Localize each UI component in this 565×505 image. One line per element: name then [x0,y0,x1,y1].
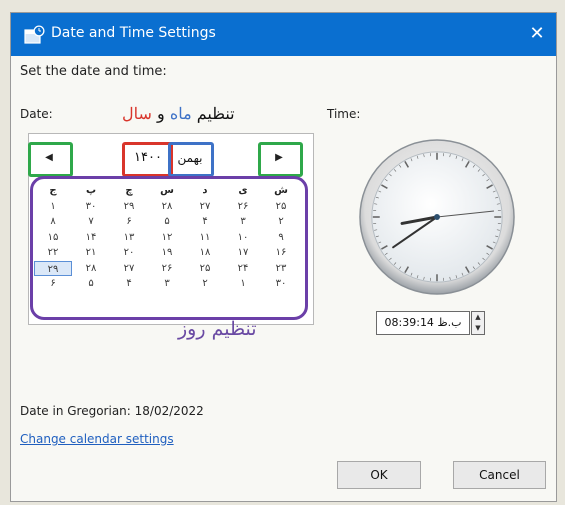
title-bar: Date and Time Settings ✕ [11,13,556,56]
calendar-day[interactable]: ۳۰ [262,276,300,292]
time-input[interactable]: 08:39:14 ب.ظ [376,311,470,335]
calendar-day[interactable]: ۱۶ [262,245,300,261]
calendar-day-grid: ش ی د س چ پ ج ۲۵ ۲۶ ۲۷ ۲۸ ۲۹ ۳۰ ۱ ۲ ۳ ۴ ۵ ۶ ۷ ۸ ۹ ۱۰ ۱۱ ۱۲ ۱۳ ۱۴ ۱۵… [34,183,300,292]
weekday-header: چ [125,185,133,196]
calendar-day[interactable]: ۲۱ [72,245,110,261]
calendar-day[interactable]: ۱۵ [34,230,72,246]
calendar-day[interactable]: ۷ [72,214,110,230]
calendar-week-row: ۱۶ ۱۷ ۱۸ ۱۹ ۲۰ ۲۱ ۲۲ [34,245,300,261]
calendar-day[interactable]: ۱۹ [148,245,186,261]
prev-month-button[interactable]: ◀ [34,146,64,170]
calendar-day[interactable]: ۶ [34,276,72,292]
calendar-day[interactable]: ۱ [34,199,72,215]
calendar-day[interactable]: ۲۷ [186,199,224,215]
weekday-header: ج [49,185,57,196]
ok-button[interactable]: OK [337,461,421,489]
calendar-day[interactable]: ۱۴ [72,230,110,246]
annotation-word-set: تنظیم [196,104,235,123]
set-date-time-heading: Set the date and time: [20,64,167,79]
annotation-day: تنظیم روز [178,318,257,340]
calendar-day[interactable]: ۳۰ [72,199,110,215]
calendar-day[interactable]: ۲۶ [148,261,186,277]
calendar-week-row: ۳۰ ۱ ۲ ۳ ۴ ۵ ۶ [34,276,300,292]
weekday-header: ی [238,185,248,196]
calendar-year[interactable]: ۱۴۰۰ [128,147,168,169]
calendar-day[interactable]: ۲۹ [110,199,148,215]
calendar-day[interactable]: ۲ [186,276,224,292]
calendar-day[interactable]: ۴ [110,276,148,292]
calendar-day[interactable]: ۹ [262,230,300,246]
spinner-up-icon[interactable]: ▲ [472,312,484,323]
calendar-day[interactable]: ۲۵ [262,199,300,215]
calendar-day[interactable]: ۲۳ [262,261,300,277]
calendar-week-row: ۲۳ ۲۴ ۲۵ ۲۶ ۲۷ ۲۸ ۲۹ [34,260,300,277]
weekday-header: ش [274,185,288,196]
calendar-day[interactable]: ۲ [262,214,300,230]
calendar-day[interactable]: ۶ [110,214,148,230]
calendar-day[interactable]: ۲۹ [34,260,72,276]
calendar-day[interactable]: ۵ [148,214,186,230]
calendar-weekday-row: شیدسچپج [34,183,300,199]
calendar-day[interactable]: ۳ [224,214,262,230]
next-month-button[interactable]: ▶ [264,146,294,170]
time-label: Time: [327,107,361,121]
cancel-button[interactable]: Cancel [453,461,546,489]
analog-clock [359,139,515,295]
calendar-day[interactable]: ۲۲ [34,245,72,261]
annotation-word-month: ماه [169,104,192,123]
calendar-day[interactable]: ۴ [186,214,224,230]
calendar-week-row: ۲۳۴۵۶۷۸ [34,214,300,230]
date-label: Date: [20,107,53,121]
close-icon[interactable]: ✕ [522,19,552,49]
spinner-down-icon[interactable]: ▼ [472,323,484,334]
calendar-day[interactable]: ۳ [148,276,186,292]
calendar-week-row: ۲۵ ۲۶ ۲۷ ۲۸ ۲۹ ۳۰ ۱ [34,199,300,215]
calendar-day[interactable]: ۱۷ [224,245,262,261]
calendar-day[interactable]: ۸ [34,214,72,230]
annotation-word-year: سال [122,104,152,123]
calendar-day[interactable]: ۱ [224,276,262,292]
window-title: Date and Time Settings [51,25,216,41]
calendar-day[interactable]: ۲۸ [72,261,110,277]
weekday-header: س [160,185,174,196]
weekday-header: پ [85,185,97,196]
calendar-day[interactable]: ۱۱ [186,230,224,246]
annotation-word-and: و [157,104,165,123]
calendar-month[interactable]: بهمن [172,147,208,169]
time-spinner[interactable]: ▲ ▼ [471,311,485,335]
calendar-day[interactable]: ۲۰ [110,245,148,261]
calendar-day[interactable]: ۲۴ [224,261,262,277]
calendar-week-row: ۹ ۱۰ ۱۱ ۱۲ ۱۳ ۱۴ ۱۵ [34,230,300,246]
date-time-settings-icon [24,25,45,44]
annotation-month-year: تنظیم ماه و سال [122,104,235,123]
calendar-day[interactable]: ۲۸ [148,199,186,215]
calendar-day[interactable]: ۲۶ [224,199,262,215]
calendar-day[interactable]: ۱۰ [224,230,262,246]
gregorian-date-text: Date in Gregorian: 18/02/2022 [20,404,204,418]
clock-center [434,214,440,220]
calendar-day[interactable]: ۱۳ [110,230,148,246]
calendar-day[interactable]: ۱۸ [186,245,224,261]
calendar-day[interactable]: ۱۲ [148,230,186,246]
calendar-day[interactable]: ۲۵ [186,261,224,277]
calendar-day[interactable]: ۲۷ [110,261,148,277]
weekday-header: د [202,185,208,196]
calendar-day[interactable]: ۵ [72,276,110,292]
change-calendar-settings-link[interactable]: Change calendar settings [20,432,174,446]
